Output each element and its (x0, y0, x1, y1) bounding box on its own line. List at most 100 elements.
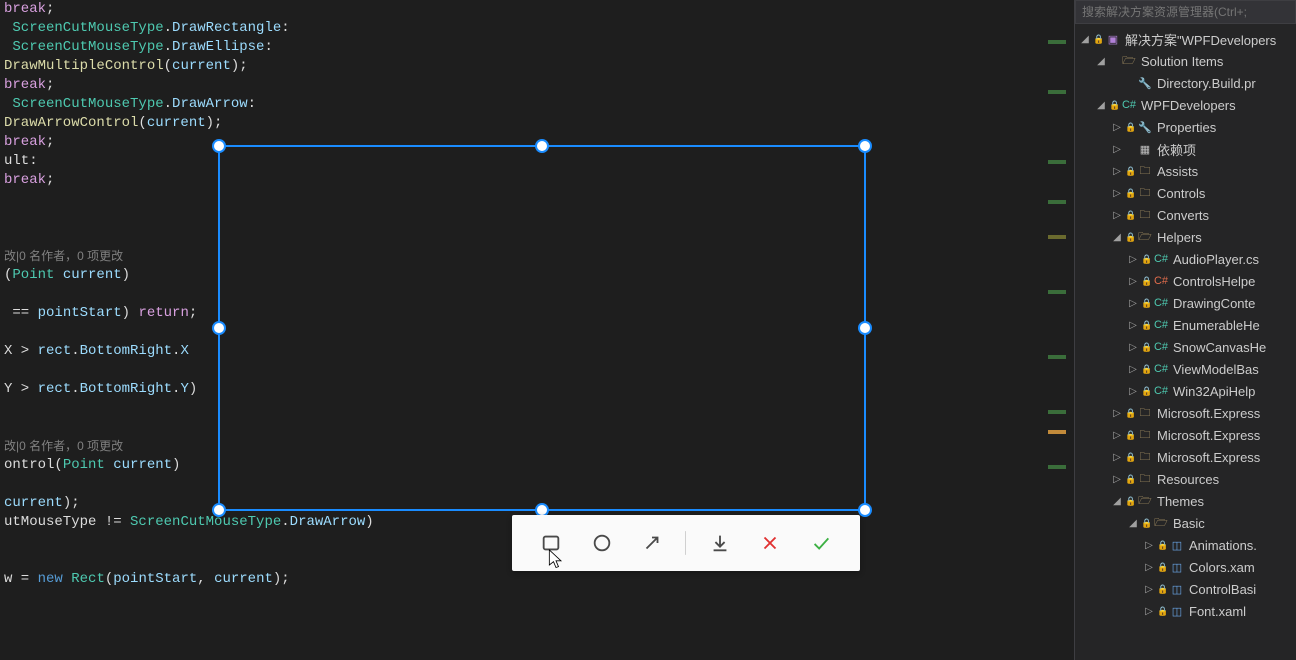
tree-node[interactable]: 🗁Helpers (1075, 226, 1296, 248)
expand-toggle-icon[interactable] (1111, 474, 1123, 485)
code-line[interactable]: ScreenCutMouseType.DrawRectangle: (4, 19, 1040, 38)
tree-node[interactable]: 🗁Basic (1075, 512, 1296, 534)
expand-toggle-icon[interactable] (1111, 210, 1123, 221)
expand-toggle-icon[interactable] (1111, 144, 1123, 155)
tree-node[interactable]: ◫Animations. (1075, 534, 1296, 556)
expand-toggle-icon[interactable] (1111, 496, 1123, 507)
code-line[interactable]: 改|0 名作者，0 项更改 (4, 437, 1040, 456)
tree-node[interactable]: 🗀Microsoft.Express (1075, 446, 1296, 468)
tree-node[interactable]: ◫ControlBasi (1075, 578, 1296, 600)
arrow-tool-button[interactable] (635, 526, 669, 560)
ellipse-tool-button[interactable] (585, 526, 619, 560)
expand-toggle-icon[interactable] (1143, 540, 1155, 551)
code-line[interactable]: break; (4, 133, 1040, 152)
solution-tree[interactable]: ▣解决方案"WPFDevelopers🗁Solution Items🔧Direc… (1075, 24, 1296, 622)
expand-toggle-icon[interactable] (1111, 452, 1123, 463)
code-line[interactable]: Y > rect.BottomRight.Y) (4, 380, 1040, 399)
code-line[interactable]: ontrol(Point current) (4, 456, 1040, 475)
code-line[interactable]: break; (4, 0, 1040, 19)
expand-toggle-icon[interactable] (1127, 386, 1139, 397)
code-line[interactable]: current); (4, 494, 1040, 513)
tree-node[interactable]: C#DrawingConte (1075, 292, 1296, 314)
expand-toggle-icon[interactable] (1127, 320, 1139, 331)
expand-toggle-icon[interactable] (1127, 298, 1139, 309)
expand-toggle-icon[interactable] (1111, 430, 1123, 441)
tree-node[interactable]: 🗁Themes (1075, 490, 1296, 512)
code-line[interactable] (4, 361, 1040, 380)
expand-toggle-icon[interactable] (1127, 342, 1139, 353)
solution-search-input[interactable] (1075, 0, 1296, 24)
expand-toggle-icon[interactable] (1127, 364, 1139, 375)
tree-node[interactable]: ◫Font.xaml (1075, 600, 1296, 622)
code-line[interactable]: DrawMultipleControl(current); (4, 57, 1040, 76)
tree-node[interactable]: ▦依赖项 (1075, 138, 1296, 160)
expand-toggle-icon[interactable] (1111, 188, 1123, 199)
tree-node[interactable]: 🗀Microsoft.Express (1075, 424, 1296, 446)
tree-node[interactable]: 🔧Directory.Build.pr (1075, 72, 1296, 94)
expand-toggle-icon[interactable] (1127, 518, 1139, 529)
code-line[interactable] (4, 228, 1040, 247)
cancel-button[interactable] (753, 526, 787, 560)
code-line[interactable]: ScreenCutMouseType.DrawArrow: (4, 95, 1040, 114)
code-line[interactable] (4, 475, 1040, 494)
toolbar-separator (685, 531, 686, 555)
tree-node[interactable]: 🔧Properties (1075, 116, 1296, 138)
expand-toggle-icon[interactable] (1111, 166, 1123, 177)
expand-toggle-icon[interactable] (1143, 562, 1155, 573)
code-line[interactable] (4, 190, 1040, 209)
code-line[interactable]: (Point current) (4, 266, 1040, 285)
code-line[interactable] (4, 285, 1040, 304)
tree-node[interactable]: ▣解决方案"WPFDevelopers (1075, 28, 1296, 50)
tree-node[interactable]: C#ViewModelBas (1075, 358, 1296, 380)
save-button[interactable] (703, 526, 737, 560)
expand-toggle-icon[interactable] (1143, 606, 1155, 617)
code-line[interactable]: ScreenCutMouseType.DrawEllipse: (4, 38, 1040, 57)
tree-node[interactable]: 🗀Resources (1075, 468, 1296, 490)
tree-node-label: ControlsHelpe (1173, 274, 1255, 289)
tree-node[interactable]: 🗀Controls (1075, 182, 1296, 204)
rectangle-tool-button[interactable] (534, 526, 568, 560)
expand-toggle-icon[interactable] (1127, 276, 1139, 287)
lock-icon (1141, 518, 1151, 529)
code-line[interactable]: DrawArrowControl(current); (4, 114, 1040, 133)
xaml-icon: ◫ (1169, 604, 1185, 618)
code-line[interactable]: break; (4, 171, 1040, 190)
code-line[interactable]: == pointStart) return; (4, 304, 1040, 323)
lock-icon (1157, 606, 1167, 617)
tree-node[interactable]: C#Win32ApiHelp (1075, 380, 1296, 402)
code-line[interactable]: 改|0 名作者，0 项更改 (4, 247, 1040, 266)
tree-node[interactable]: 🗁Solution Items (1075, 50, 1296, 72)
expand-toggle-icon[interactable] (1095, 100, 1107, 111)
editor-minimap[interactable] (1040, 0, 1074, 660)
expand-toggle-icon[interactable] (1079, 34, 1091, 45)
tree-node[interactable]: ◫Colors.xam (1075, 556, 1296, 578)
expand-toggle-icon[interactable] (1095, 56, 1107, 67)
tree-node[interactable]: C#WPFDevelopers (1075, 94, 1296, 116)
tree-node[interactable]: C#ControlsHelpe (1075, 270, 1296, 292)
expand-toggle-icon[interactable] (1127, 254, 1139, 265)
code-line[interactable] (4, 323, 1040, 342)
tree-node[interactable]: 🗀Assists (1075, 160, 1296, 182)
ref-icon: ▦ (1137, 142, 1153, 156)
tree-node[interactable]: C#AudioPlayer.cs (1075, 248, 1296, 270)
tree-node[interactable]: 🗀Microsoft.Express (1075, 402, 1296, 424)
expand-toggle-icon[interactable] (1111, 122, 1123, 133)
code-line[interactable] (4, 209, 1040, 228)
lock-icon (1141, 320, 1151, 331)
tree-node-label: Win32ApiHelp (1173, 384, 1255, 399)
cs-icon: C# (1153, 296, 1169, 310)
code-line[interactable]: ult: (4, 152, 1040, 171)
code-line[interactable]: X > rect.BottomRight.X (4, 342, 1040, 361)
code-line[interactable]: w = new Rect(pointStart, current); (4, 570, 1040, 589)
expand-toggle-icon[interactable] (1111, 408, 1123, 419)
confirm-button[interactable] (804, 526, 838, 560)
expand-toggle-icon[interactable] (1111, 232, 1123, 243)
code-line[interactable] (4, 399, 1040, 418)
tree-node[interactable]: C#EnumerableHe (1075, 314, 1296, 336)
tree-node[interactable]: C#SnowCanvasHe (1075, 336, 1296, 358)
tree-node[interactable]: 🗀Converts (1075, 204, 1296, 226)
lock-icon (1157, 562, 1167, 573)
expand-toggle-icon[interactable] (1143, 584, 1155, 595)
code-line[interactable]: break; (4, 76, 1040, 95)
code-line[interactable] (4, 418, 1040, 437)
